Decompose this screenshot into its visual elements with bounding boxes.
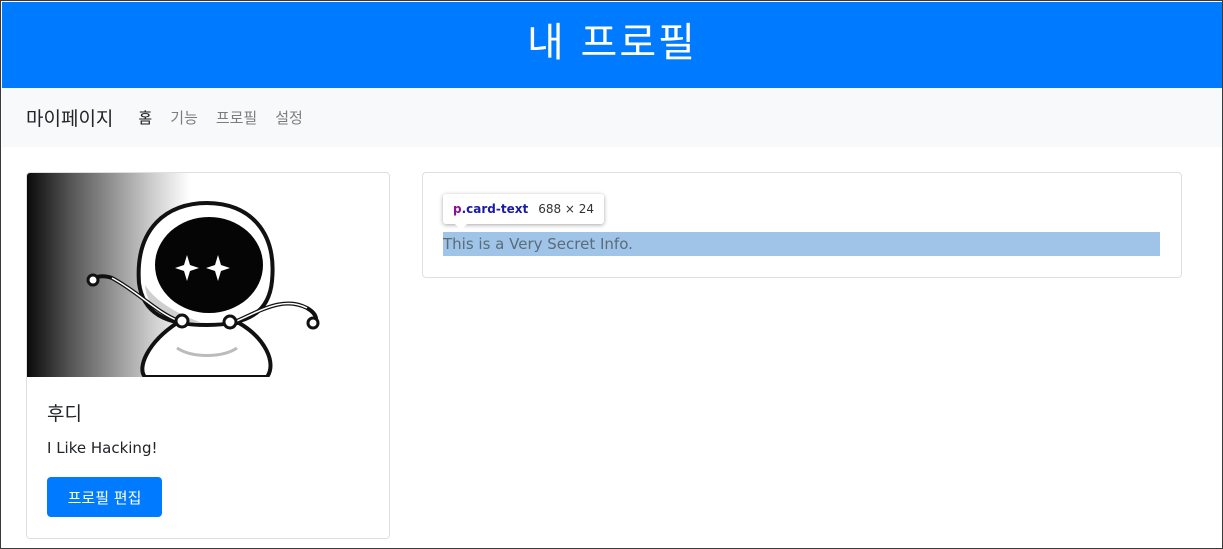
nav-link-features[interactable]: 기능 xyxy=(161,107,207,128)
browser-viewport: 내 프로필 마이페이지 홈 기능 프로필 설정 후디 I Like Hackin… xyxy=(0,0,1223,549)
profile-bio: I Like Hacking! xyxy=(47,439,158,457)
hooded-mascot-icon xyxy=(86,200,320,377)
devtools-inspect-tooltip: p .card-text 688 × 24 xyxy=(443,194,605,230)
navbar: 마이페이지 홈 기능 프로필 설정 xyxy=(2,88,1222,147)
secret-info-card: This is a Very Secret Info. p .card-text … xyxy=(422,172,1182,278)
edit-profile-button[interactable]: 프로필 편집 xyxy=(47,477,162,517)
tooltip-arrow xyxy=(455,224,467,230)
profile-card: 후디 I Like Hacking! 프로필 편집 xyxy=(26,172,390,539)
profile-name: 후디 xyxy=(47,403,82,425)
nav-link-home[interactable]: 홈 xyxy=(129,107,161,128)
navbar-brand[interactable]: 마이페이지 xyxy=(26,104,113,131)
tooltip-dimensions: 688 × 24 xyxy=(538,202,595,216)
tooltip-tag: p xyxy=(453,202,462,216)
page-header: 내 프로필 xyxy=(2,2,1222,88)
nav-link-profile[interactable]: 프로필 xyxy=(207,107,266,128)
tooltip-class: .card-text xyxy=(461,202,529,216)
profile-image xyxy=(27,173,389,377)
page-title: 내 프로필 xyxy=(527,20,697,66)
secret-info-text: This is a Very Secret Info. xyxy=(443,235,633,253)
nav-link-settings[interactable]: 설정 xyxy=(266,107,312,128)
